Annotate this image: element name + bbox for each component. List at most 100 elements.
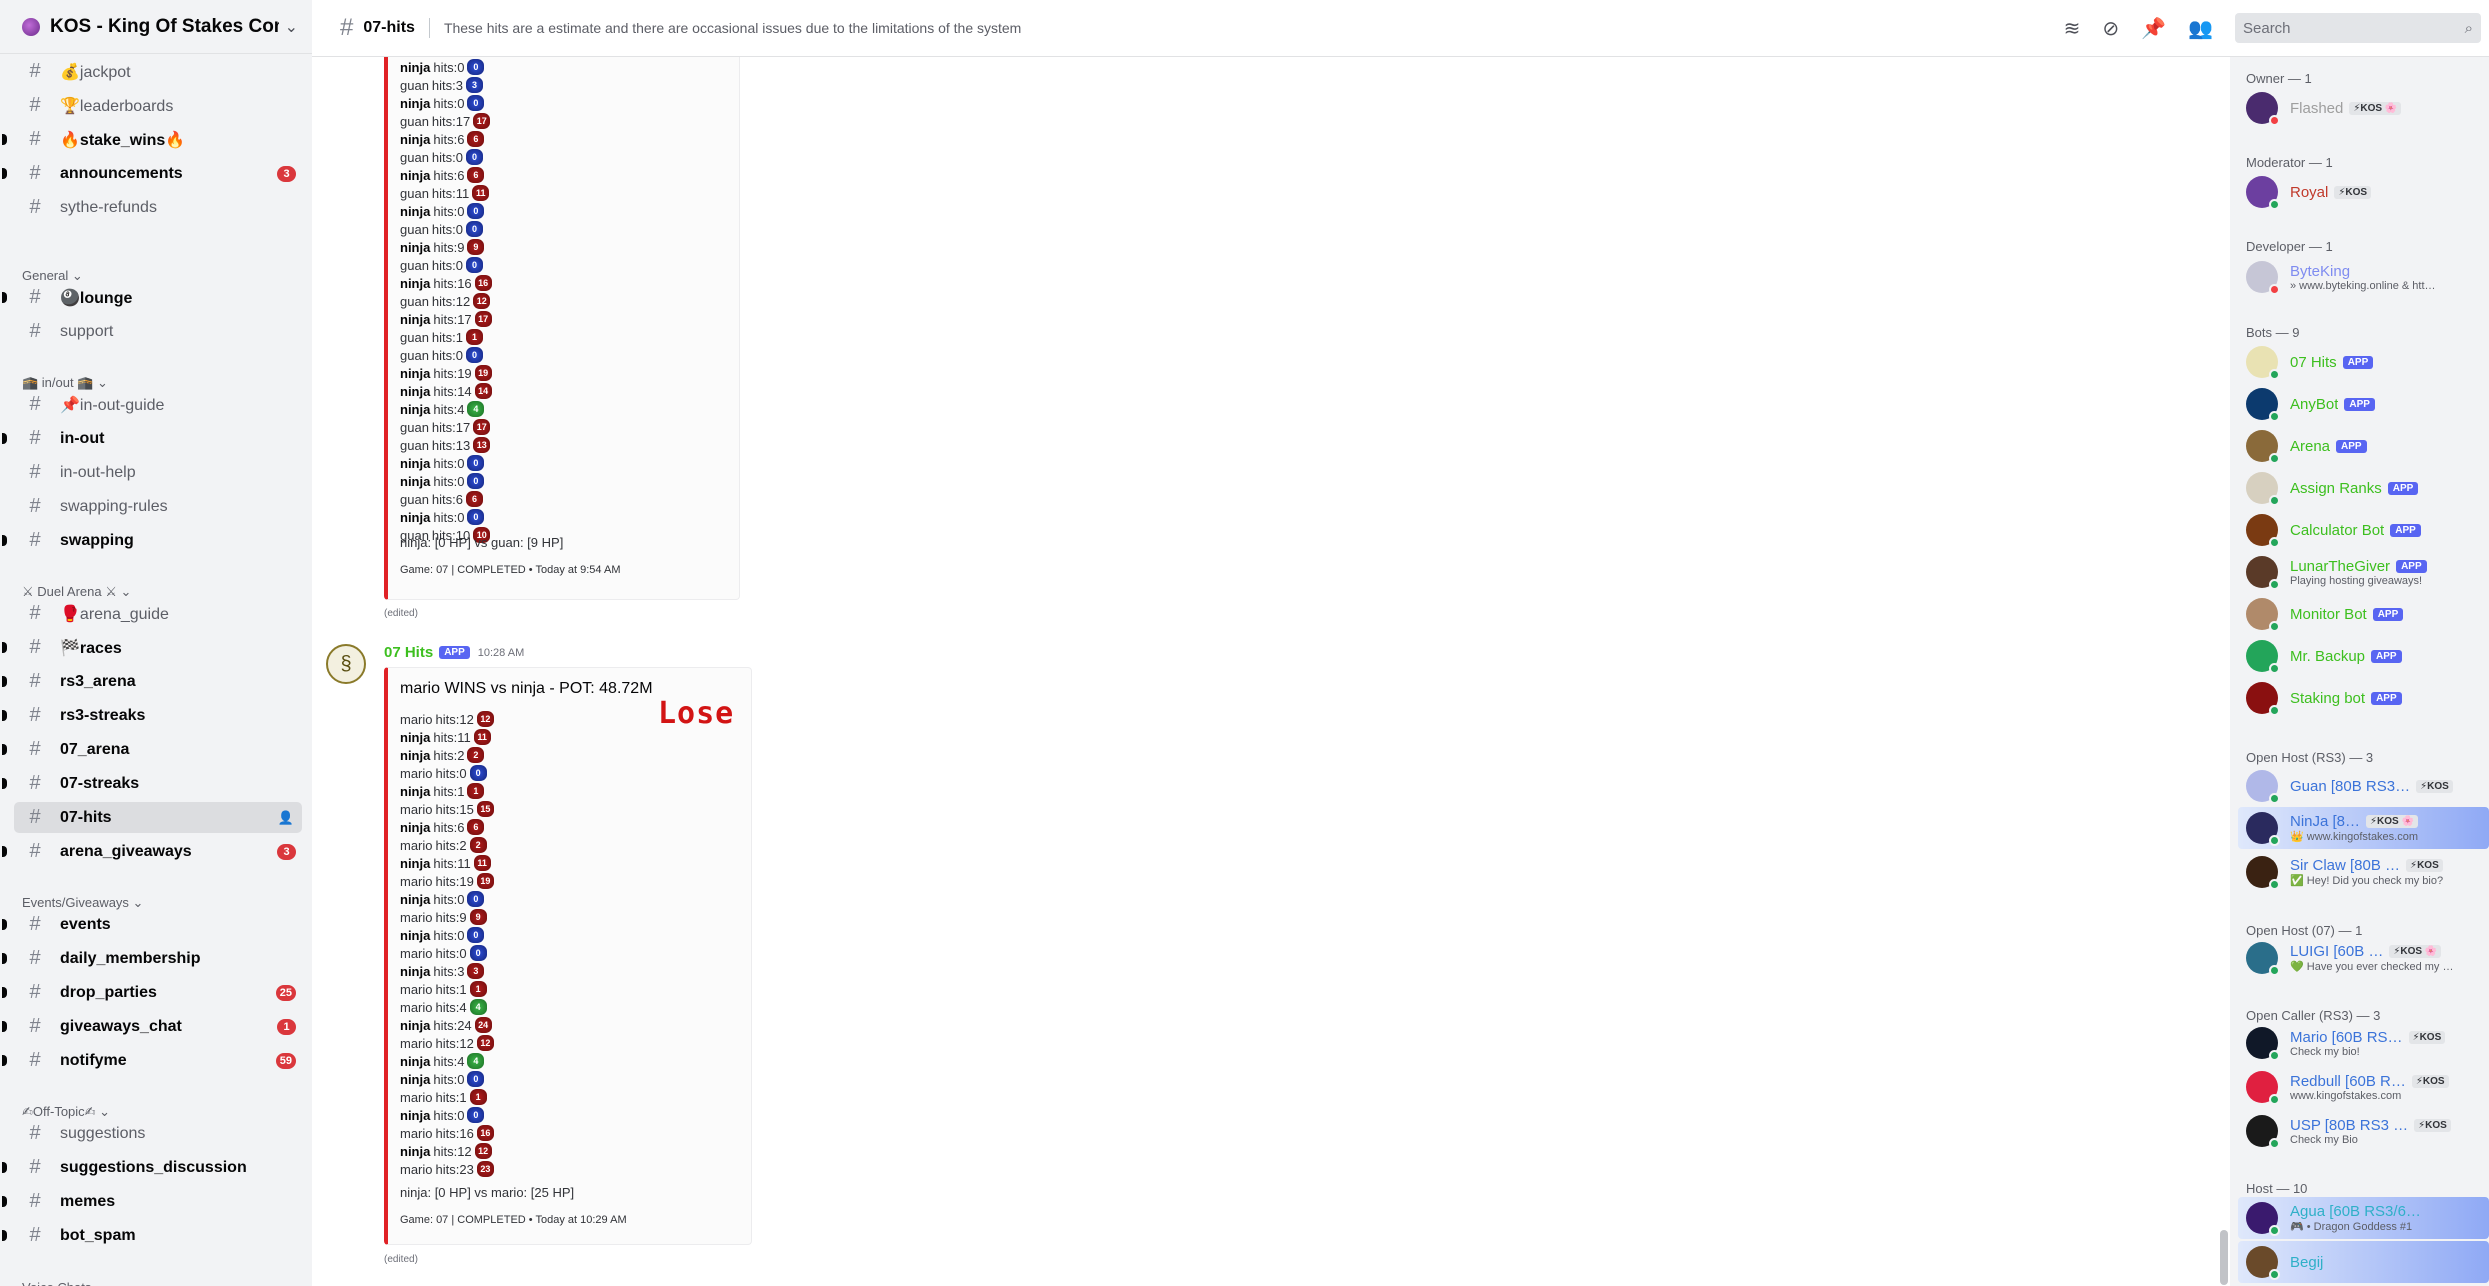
member-item[interactable]: AnyBot APP	[2238, 383, 2489, 425]
member-item[interactable]: Guan [80B RS3… ⚡KOS	[2238, 765, 2489, 807]
channel-category[interactable]: 🕋 in/out 🕋 ⌄	[22, 375, 108, 391]
member-item[interactable]: Redbull [60B R… ⚡KOS www.kingofstakes.com	[2238, 1066, 2489, 1108]
channel-item[interactable]: # arena_giveaways 3	[2, 836, 302, 867]
channel-item[interactable]: # notifyme 59	[2, 1045, 302, 1076]
member-item[interactable]: Staking bot APP	[2238, 677, 2489, 719]
member-item[interactable]: ByteKing» www.byteking.online & htt…	[2238, 256, 2489, 298]
member-item[interactable]: NinJa [8… ⚡KOS 🌸 👑 www.kingofstakes.com	[2238, 807, 2489, 849]
channel-item[interactable]: #07_arena	[2, 734, 302, 765]
member-item[interactable]: Begij	[2238, 1241, 2489, 1283]
threads-icon[interactable]: ≋	[2064, 16, 2081, 41]
pin-icon[interactable]: 📌	[2141, 16, 2166, 41]
avatar[interactable]	[2246, 682, 2280, 716]
message-timestamp[interactable]: 10:28 AM	[478, 647, 524, 659]
member-item[interactable]: Calculator Bot APP	[2238, 509, 2489, 551]
avatar[interactable]	[2246, 1027, 2280, 1061]
member-item[interactable]: Mario [60B RS… ⚡KOS Check my bio!	[2238, 1022, 2489, 1064]
avatar[interactable]	[2246, 770, 2280, 804]
avatar[interactable]	[2246, 1115, 2280, 1149]
channel-category[interactable]: Events/Giveaways ⌄	[22, 895, 143, 911]
channel-item[interactable]: # 📌in-out-guide	[14, 389, 302, 420]
channel-item[interactable]: # bot_spam	[2, 1220, 302, 1251]
member-item[interactable]: Monitor Bot APP	[2238, 593, 2489, 635]
channel-item[interactable]: # suggestions	[14, 1118, 302, 1149]
chat-scrollbar[interactable]	[2218, 60, 2230, 1285]
channel-item[interactable]: # in-out-help	[14, 457, 302, 488]
member-item[interactable]: Mr. Backup APP	[2238, 635, 2489, 677]
member-item[interactable]: 07 Hits APP	[2238, 341, 2489, 383]
kos-tag: ⚡KOS	[2414, 1118, 2451, 1132]
mention-badge: 3	[277, 165, 296, 182]
hit-line: ninja hits: 44	[400, 400, 492, 418]
server-header[interactable]: KOS - King Of Stakes Commun… ⌄	[0, 0, 312, 54]
member-item[interactable]: Agua [60B RS3/6… 🎮 • Dragon Goddess #1	[2238, 1197, 2489, 1239]
channel-category[interactable]: ⚔ Duel Arena ⚔ ⌄	[22, 584, 131, 600]
channel-item[interactable]: # suggestions_discussion	[2, 1152, 302, 1183]
avatar[interactable]	[2246, 556, 2280, 590]
channel-item[interactable]: # 🎱lounge	[2, 282, 302, 313]
channel-item[interactable]: # 🔥stake_wins🔥	[2, 124, 302, 155]
hit-line: ninja hits: 14 14	[400, 382, 492, 400]
hit-label: hits:	[433, 963, 458, 979]
member-item[interactable]: LunarTheGiver APP Playing hosting giveaway…	[2238, 551, 2489, 593]
channel-item[interactable]: # 💰jackpot	[14, 56, 302, 87]
search-input[interactable]: Search ⌕	[2235, 13, 2481, 43]
channel-item[interactable]: # rs3-streaks	[2, 700, 302, 731]
channel-category[interactable]: Voice Chats ⌄	[22, 1280, 106, 1286]
member-item[interactable]: Sir Claw [80B … ⚡KOS ✅ Hey! Did you check …	[2238, 851, 2489, 893]
avatar[interactable]	[2246, 1202, 2280, 1236]
member-item[interactable]: LUIGI [60B … ⚡KOS 🌸 💚 Have you ever checke…	[2238, 937, 2489, 979]
scroll-thumb[interactable]	[2220, 1230, 2228, 1285]
channel-item[interactable]: # 🏁races	[2, 632, 302, 663]
channel-item[interactable]: # 🥊arena_guide	[14, 598, 302, 629]
avatar[interactable]	[2246, 92, 2280, 126]
member-item[interactable]: Arena APP	[2238, 425, 2489, 467]
notification-bell-off-icon[interactable]: ⊘	[2102, 16, 2119, 41]
avatar[interactable]	[2246, 598, 2280, 632]
channel-item[interactable]: # swapping	[2, 525, 302, 556]
channel-item[interactable]: # support	[14, 316, 302, 347]
avatar[interactable]	[2246, 388, 2280, 422]
avatar[interactable]	[2246, 1071, 2280, 1105]
message-author[interactable]: 07 Hits	[384, 644, 433, 661]
channel-item[interactable]: #07-hits 👤	[14, 802, 302, 833]
member-name: ByteKing	[2290, 262, 2351, 280]
channel-item[interactable]: # in-out	[2, 423, 302, 454]
member-item[interactable]: Royal ⚡KOS	[2238, 171, 2489, 213]
avatar[interactable]	[2246, 472, 2280, 506]
channel-item[interactable]: # announcements 3	[2, 158, 302, 189]
member-item[interactable]: Assign Ranks APP	[2238, 467, 2489, 509]
hit-line: guan hits: 00	[400, 346, 492, 364]
channel-item[interactable]: # drop_parties 25	[2, 977, 302, 1008]
channel-item[interactable]: # daily_membership	[2, 943, 302, 974]
member-item[interactable]: USP [80B RS3 … ⚡KOS Check my Bio	[2238, 1110, 2489, 1152]
avatar[interactable]	[2246, 856, 2280, 890]
channel-item[interactable]: # memes	[2, 1186, 302, 1217]
avatar[interactable]	[2246, 176, 2280, 210]
channel-category[interactable]: ✍Off-Topic✍ ⌄	[22, 1104, 110, 1120]
member-list-icon[interactable]: 👥	[2188, 16, 2213, 41]
channel-category[interactable]: General ⌄	[22, 268, 83, 284]
channel-item[interactable]: # sythe-refunds	[14, 192, 302, 223]
avatar[interactable]	[2246, 430, 2280, 464]
channel-item[interactable]: # events	[2, 909, 302, 940]
channel-item[interactable]: # swapping-rules	[14, 491, 302, 522]
avatar[interactable]	[2246, 640, 2280, 674]
channel-hash-icon: #	[29, 840, 41, 862]
channel-item[interactable]: #07-streaks	[2, 768, 302, 799]
avatar[interactable]	[2246, 346, 2280, 380]
avatar[interactable]	[2246, 812, 2280, 846]
member-item[interactable]: Flashed ⚡KOS 🌸	[2238, 87, 2489, 129]
avatar[interactable]	[2246, 1246, 2280, 1280]
member-name: Staking bot	[2290, 689, 2366, 707]
add-member-icon[interactable]: 👤	[278, 810, 294, 826]
channel-item[interactable]: # giveaways_chat 1	[2, 1011, 302, 1042]
bot-avatar[interactable]: §	[326, 644, 366, 684]
hit-label: hits:	[435, 837, 460, 853]
channel-topic[interactable]: These hits are a estimate and there are …	[444, 20, 2064, 36]
avatar[interactable]	[2246, 514, 2280, 548]
avatar[interactable]	[2246, 942, 2280, 976]
avatar[interactable]	[2246, 261, 2280, 295]
channel-item[interactable]: # 🏆leaderboards	[14, 90, 302, 121]
channel-item[interactable]: # rs3_arena	[2, 666, 302, 697]
